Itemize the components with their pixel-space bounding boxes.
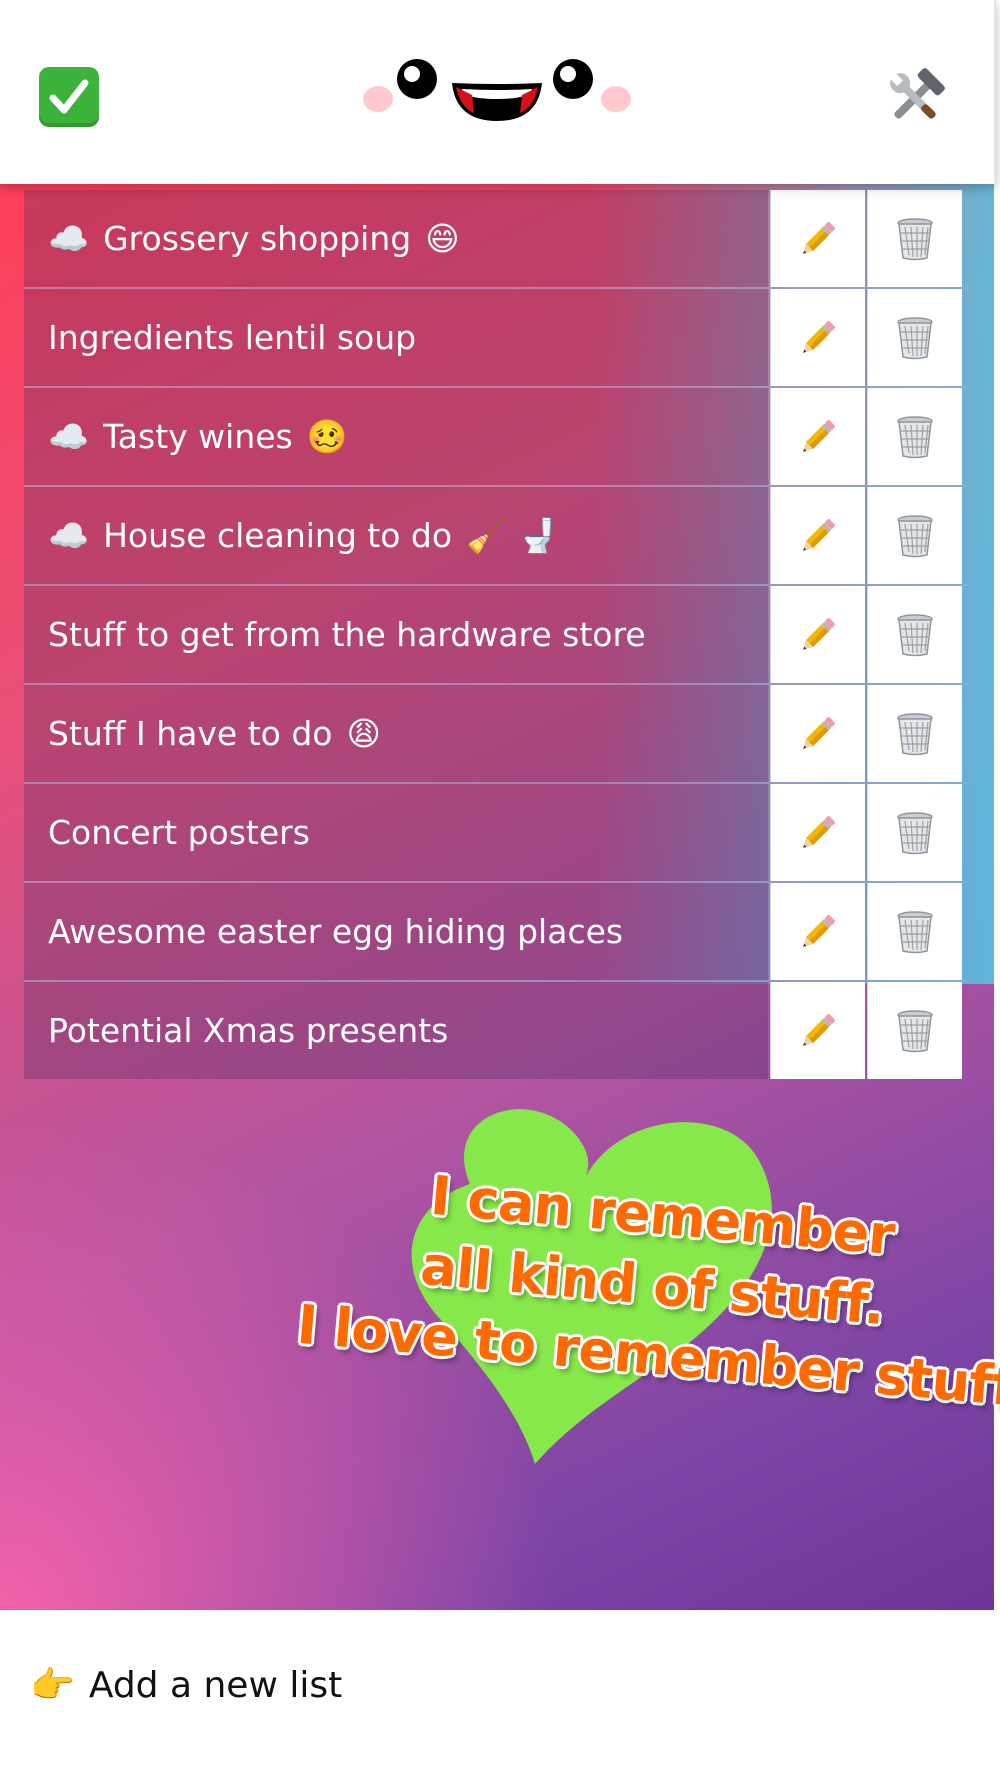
check-mark-glyph bbox=[49, 79, 89, 114]
edit-pencil-icon[interactable] bbox=[770, 784, 865, 881]
delete-wastebasket-icon[interactable] bbox=[867, 487, 962, 584]
edit-pencil-icon[interactable] bbox=[770, 190, 865, 287]
list-row[interactable]: Potential Xmas presents bbox=[24, 982, 970, 1079]
list-emoji: 🥴 bbox=[306, 416, 348, 456]
list-title-cell[interactable]: ☁️ Grossery shopping 😄 bbox=[24, 190, 768, 287]
add-list-button[interactable]: 👉 Add a new list bbox=[30, 1655, 342, 1715]
delete-wastebasket-icon[interactable] bbox=[867, 883, 962, 980]
list-title-cell[interactable]: Awesome easter egg hiding places bbox=[24, 883, 768, 980]
list-row[interactable]: ☁️ Grossery shopping 😄 bbox=[24, 190, 970, 289]
list-row[interactable]: Stuff I have to do 😩 bbox=[24, 685, 970, 784]
list-title: House cleaning to do bbox=[103, 516, 453, 555]
list-row[interactable]: Stuff to get from the hardware store bbox=[24, 586, 970, 685]
lists-table: ☁️ Grossery shopping 😄 Ingredients lentil s… bbox=[24, 190, 970, 1079]
delete-wastebasket-icon[interactable] bbox=[867, 289, 962, 386]
list-title-cell[interactable]: ☁️ Tasty wines 🥴 bbox=[24, 388, 768, 485]
bottom-bar: 👉 Add a new list bbox=[0, 1610, 1000, 1778]
list-title-cell[interactable]: Concert posters bbox=[24, 784, 768, 881]
list-row[interactable]: Ingredients lentil soup bbox=[24, 289, 970, 388]
top-bar bbox=[0, 0, 996, 184]
list-title: Ingredients lentil soup bbox=[48, 318, 417, 357]
delete-wastebasket-icon[interactable] bbox=[867, 586, 962, 683]
list-emoji: 😩 bbox=[346, 714, 381, 753]
lists-area: ☁️ Grossery shopping 😄 Ingredients lentil s… bbox=[0, 184, 1000, 1610]
list-row[interactable]: ☁️ House cleaning to do 🧹 🚽 bbox=[24, 487, 970, 586]
smiley-face-logo bbox=[363, 59, 631, 121]
edit-pencil-icon[interactable] bbox=[770, 388, 865, 485]
list-title: Grossery shopping bbox=[103, 219, 412, 258]
delete-wastebasket-icon[interactable] bbox=[867, 388, 962, 485]
edit-pencil-icon[interactable] bbox=[770, 685, 865, 782]
list-title: Stuff to get from the hardware store bbox=[48, 615, 646, 654]
add-list-label: Add a new list bbox=[88, 1664, 343, 1706]
list-row[interactable]: Concert posters bbox=[24, 784, 970, 883]
list-emoji: 🧹 🚽 bbox=[466, 515, 559, 555]
check-mark-button-icon[interactable] bbox=[39, 67, 99, 127]
list-row[interactable]: Awesome easter egg hiding places bbox=[24, 883, 970, 982]
list-title-cell[interactable]: Stuff I have to do 😩 bbox=[24, 685, 768, 782]
list-title: Potential Xmas presents bbox=[48, 1011, 449, 1050]
cloud-icon: ☁️ bbox=[48, 515, 90, 555]
list-title-cell[interactable]: Ingredients lentil soup bbox=[24, 289, 768, 386]
list-title-cell[interactable]: Potential Xmas presents bbox=[24, 982, 768, 1079]
edit-pencil-icon[interactable] bbox=[770, 586, 865, 683]
cloud-icon: ☁️ bbox=[48, 416, 90, 456]
delete-wastebasket-icon[interactable] bbox=[867, 685, 962, 782]
delete-wastebasket-icon[interactable] bbox=[867, 784, 962, 881]
edit-pencil-icon[interactable] bbox=[770, 982, 865, 1079]
pointing-hand-icon: 👉 bbox=[30, 1665, 75, 1706]
list-title: Concert posters bbox=[48, 813, 310, 852]
delete-wastebasket-icon[interactable] bbox=[867, 982, 962, 1079]
list-row[interactable]: ☁️ Tasty wines 🥴 bbox=[24, 388, 970, 487]
delete-wastebasket-icon[interactable] bbox=[867, 190, 962, 287]
list-title: Stuff I have to do bbox=[48, 714, 333, 753]
list-title-cell[interactable]: ☁️ House cleaning to do 🧹 🚽 bbox=[24, 487, 768, 584]
list-title: Awesome easter egg hiding places bbox=[48, 912, 624, 951]
list-title: Tasty wines bbox=[103, 417, 293, 456]
promo-sticker: I can remember all kind of stuff. I love… bbox=[290, 1084, 1000, 1464]
edit-pencil-icon[interactable] bbox=[770, 883, 865, 980]
list-title-cell[interactable]: Stuff to get from the hardware store bbox=[24, 586, 768, 683]
edit-pencil-icon[interactable] bbox=[770, 289, 865, 386]
cloud-icon: ☁️ bbox=[48, 218, 90, 258]
hammer-and-wrench-icon[interactable] bbox=[882, 65, 948, 131]
edit-pencil-icon[interactable] bbox=[770, 487, 865, 584]
list-emoji: 😄 bbox=[425, 219, 460, 258]
